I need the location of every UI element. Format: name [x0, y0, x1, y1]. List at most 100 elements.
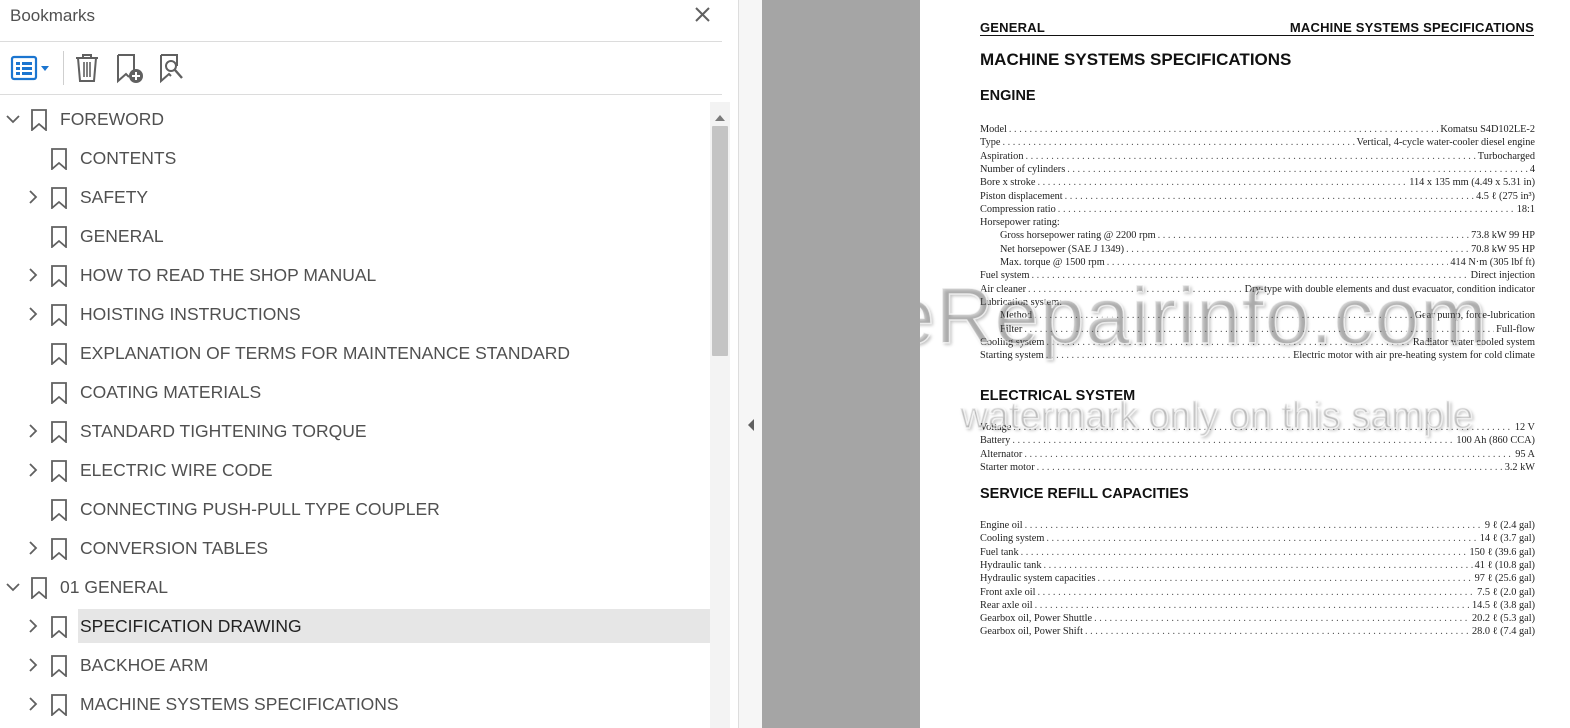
spec-value: 73.8 kW 99 HP — [1471, 230, 1535, 242]
chevron-right-icon[interactable] — [25, 267, 41, 283]
bookmark-icon — [50, 655, 68, 678]
section-refill: SERVICE REFILL CAPACITIES — [980, 486, 1189, 502]
leader-dots — [1107, 256, 1449, 269]
spec-row: Engine oil 9 ℓ (2.4 gal) — [980, 519, 1535, 532]
spec-key: Piston displacement — [980, 190, 1063, 202]
bookmark-item[interactable]: SAFETY — [0, 180, 710, 214]
spec-key: Max. torque @ 1500 rpm — [1000, 257, 1105, 268]
chevron-right-icon[interactable] — [25, 189, 41, 205]
leader-dots — [1035, 599, 1470, 612]
spec-row: Starter motor 3.2 kW — [980, 461, 1535, 474]
chevron-right-icon[interactable] — [25, 423, 41, 439]
spec-row: Number of cylinders 4 — [980, 163, 1535, 176]
spec-value: 414 N·m (305 lbf ft) — [1450, 257, 1535, 268]
bookmark-item[interactable]: CONTENTS — [0, 141, 710, 175]
spec-row: Rear axle oil 14.5 ℓ (3.8 gal) — [980, 599, 1535, 612]
bookmark-item[interactable]: HOISTING INSTRUCTIONS — [0, 297, 710, 331]
leader-dots — [1021, 546, 1468, 559]
bookmarks-scrollbar[interactable] — [710, 102, 730, 728]
bookmark-icon — [50, 460, 68, 483]
bookmark-options-icon[interactable] — [8, 51, 54, 85]
bookmark-item[interactable]: CONNECTING PUSH-PULL TYPE COUPLER — [0, 492, 710, 526]
find-bookmark-icon[interactable] — [155, 51, 189, 85]
bookmark-label: HOISTING INSTRUCTIONS — [80, 304, 301, 324]
bookmark-label: EXPLANATION OF TERMS FOR MAINTENANCE STA… — [80, 343, 571, 363]
bookmark-icon — [50, 343, 68, 366]
bookmark-item[interactable]: STANDARD TIGHTENING TORQUE — [0, 414, 710, 448]
chevron-right-icon[interactable] — [25, 540, 41, 556]
chevron-right-icon[interactable] — [25, 657, 41, 673]
spec-value: 9 ℓ (2.4 gal) — [1484, 520, 1535, 531]
bookmark-item[interactable]: 01 GENERAL — [0, 570, 710, 604]
bookmark-icon — [50, 421, 68, 444]
bookmark-item[interactable]: FOREWORD — [0, 102, 710, 136]
spec-row: Hydraulic tank 41 ℓ (10.8 gal) — [980, 559, 1535, 572]
section-engine: ENGINE — [980, 88, 1036, 104]
chevron-down-icon[interactable] — [5, 111, 21, 127]
spec-key: Alternator — [980, 448, 1023, 460]
spec-row: Bore x stroke 114 x 135 mm (4.49 x 5.31 i… — [980, 176, 1535, 189]
bookmark-item[interactable]: BACKHOE ARM — [0, 648, 710, 682]
spec-value: 41 ℓ (10.8 gal) — [1474, 559, 1535, 571]
leader-dots — [1098, 572, 1473, 585]
bookmark-icon — [30, 577, 48, 600]
bookmark-icon — [50, 382, 68, 405]
bookmark-icon — [50, 304, 68, 327]
spec-row: Piston displacement 4.5 ℓ (275 in³) — [980, 190, 1535, 203]
bookmark-item[interactable]: SPECIFICATION DRAWING — [0, 609, 710, 643]
spec-row: Fuel tank 150 ℓ (39.6 gal) — [980, 546, 1535, 559]
spec-key: Model — [980, 124, 1007, 135]
bookmark-item[interactable]: HOW TO READ THE SHOP MANUAL — [0, 258, 710, 292]
bookmarks-toolbar — [0, 43, 722, 95]
spec-row: Alternator 95 A — [980, 448, 1535, 461]
leader-dots — [1065, 190, 1474, 203]
spec-key: Horsepower rating: — [980, 217, 1060, 229]
bookmark-item[interactable]: EXPLANATION OF TERMS FOR MAINTENANCE STA… — [0, 336, 710, 370]
chevron-right-icon[interactable] — [25, 462, 41, 478]
close-icon[interactable] — [692, 4, 714, 26]
bookmark-icon — [50, 265, 68, 288]
bookmark-label: SPECIFICATION DRAWING — [78, 609, 710, 643]
bookmark-item[interactable]: GENERAL — [0, 219, 710, 253]
chevron-right-icon[interactable] — [25, 618, 41, 634]
leader-dots — [1126, 243, 1469, 256]
bookmark-label: BACKHOE ARM — [80, 655, 209, 675]
chevron-right-icon[interactable] — [25, 696, 41, 712]
watermark-logo: eRepairinfo.com — [920, 270, 1488, 361]
scroll-thumb[interactable] — [712, 126, 728, 356]
spec-value: 14.5 ℓ (3.8 gal) — [1472, 599, 1535, 611]
bookmark-icon — [50, 499, 68, 522]
chevron-right-icon[interactable] — [25, 306, 41, 322]
panel-splitter[interactable] — [738, 0, 762, 728]
spec-row: Net horsepower (SAE J 1349) 70.8 kW 95 HP — [1000, 243, 1535, 256]
bookmark-label: COATING MATERIALS — [80, 382, 262, 402]
spec-row: Hydraulic system capacities 97 ℓ (25.6 ga… — [980, 572, 1535, 585]
bookmark-item[interactable]: CONVERSION TABLES — [0, 531, 710, 565]
bookmark-icon — [50, 226, 68, 249]
document-page: GENERAL MACHINE SYSTEMS SPECIFICATIONS M… — [920, 0, 1570, 728]
leader-dots — [1067, 163, 1528, 176]
spec-key: Front axle oil — [980, 586, 1036, 598]
spec-value: 3.2 kW — [1504, 461, 1535, 473]
leader-dots — [1024, 448, 1513, 461]
trash-icon[interactable] — [70, 51, 104, 85]
spec-row: Aspiration Turbocharged — [980, 150, 1535, 163]
bookmark-label: CONTENTS — [80, 148, 177, 168]
spec-key: Rear axle oil — [980, 599, 1033, 611]
bookmark-item[interactable]: MACHINE SYSTEMS SPECIFICATIONS — [0, 687, 710, 721]
bookmark-item[interactable]: ELECTRIC WIRE CODE — [0, 453, 710, 487]
bookmark-label: HOW TO READ THE SHOP MANUAL — [80, 265, 377, 285]
toolbar-separator — [63, 51, 64, 85]
collapse-panel-arrow-icon[interactable] — [746, 418, 756, 432]
spec-value: 70.8 kW 95 HP — [1471, 243, 1535, 255]
bookmark-item[interactable]: COATING MATERIALS — [0, 375, 710, 409]
add-bookmark-icon[interactable] — [112, 51, 146, 85]
bookmark-icon — [50, 538, 68, 561]
chevron-down-icon[interactable] — [5, 579, 21, 595]
bookmark-label: ELECTRIC WIRE CODE — [80, 460, 273, 480]
scroll-up-arrow-icon[interactable] — [714, 109, 726, 121]
spec-value: 7.5 ℓ (2.0 gal) — [1477, 586, 1535, 598]
bookmark-label: GENERAL — [80, 226, 164, 246]
spec-row: Horsepower rating: — [980, 216, 1535, 229]
page-header-left: GENERAL — [980, 20, 1045, 35]
